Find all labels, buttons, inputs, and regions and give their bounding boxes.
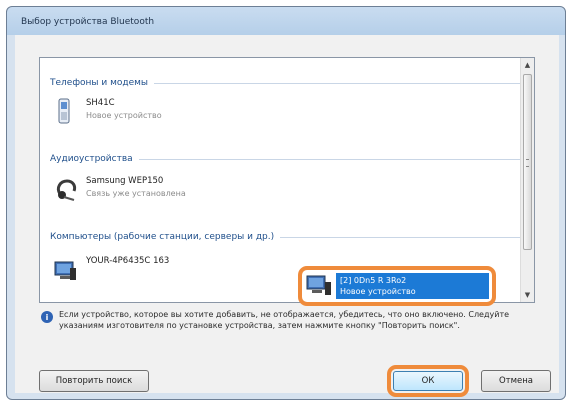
device-item-phone[interactable]: SH41C Новое устройство xyxy=(54,98,162,132)
scroll-down-icon[interactable]: ▼ xyxy=(521,288,534,302)
retry-search-button[interactable]: Повторить поиск xyxy=(39,370,149,392)
device-item-headset[interactable]: Samsung WEP150 Связь уже установлена xyxy=(54,176,186,210)
dialog-client-area: Телефоны и модемы SH41C Новое устройство xyxy=(15,35,559,397)
dialog-title: Выбор устройства Bluetooth xyxy=(21,17,155,27)
group-header-label: Аудиоустройства xyxy=(50,154,133,164)
device-name: [2] 0Dn5 R 3Ro2 xyxy=(340,276,407,285)
device-list[interactable]: Телефоны и модемы SH41C Новое устройство xyxy=(39,57,535,306)
info-icon: i xyxy=(41,311,53,323)
device-status: Связь уже установлена xyxy=(86,189,186,198)
device-status: Новое устройство xyxy=(340,287,416,296)
bluetooth-device-dialog: Выбор устройства Bluetooth Телефоны и мо… xyxy=(6,6,566,400)
group-header-label: Компьютеры (рабочие станции, серверы и д… xyxy=(50,232,275,242)
computer-icon xyxy=(54,256,78,284)
group-divider xyxy=(280,236,524,238)
device-status: Новое устройство xyxy=(86,111,162,120)
cancel-button[interactable]: Отмена xyxy=(481,370,551,392)
mobile-phone-icon xyxy=(54,98,78,126)
group-header-label: Телефоны и модемы xyxy=(50,78,149,88)
device-name: Samsung WEP150 xyxy=(86,176,164,186)
ok-button[interactable]: ОК xyxy=(393,371,463,391)
vertical-scrollbar[interactable]: ▲ ▼ xyxy=(520,58,534,302)
device-item-computer[interactable]: YOUR-4P6435C 163 xyxy=(54,256,169,290)
group-header-computers: Компьютеры (рабочие станции, серверы и д… xyxy=(50,230,524,244)
grip-icon xyxy=(526,159,529,167)
computer-icon xyxy=(305,273,333,299)
group-header-audio: Аудиоустройства xyxy=(50,152,524,166)
device-item-selected[interactable]: [2] 0Dn5 R 3Ro2 Новое устройство xyxy=(298,266,496,306)
group-divider xyxy=(154,82,524,84)
device-name: YOUR-4P6435C 163 xyxy=(86,256,170,266)
device-name: SH41C xyxy=(86,98,115,108)
scroll-thumb[interactable] xyxy=(523,74,532,250)
headset-icon xyxy=(54,176,78,204)
scroll-up-icon[interactable]: ▲ xyxy=(521,58,534,72)
info-message: Если устройство, которое вы хотите добав… xyxy=(59,310,510,330)
selected-device-text: [2] 0Dn5 R 3Ro2 Новое устройство xyxy=(336,273,489,299)
group-divider xyxy=(138,158,524,160)
ok-button-highlight: ОК xyxy=(387,365,469,397)
group-header-phones: Телефоны и модемы xyxy=(50,76,524,90)
